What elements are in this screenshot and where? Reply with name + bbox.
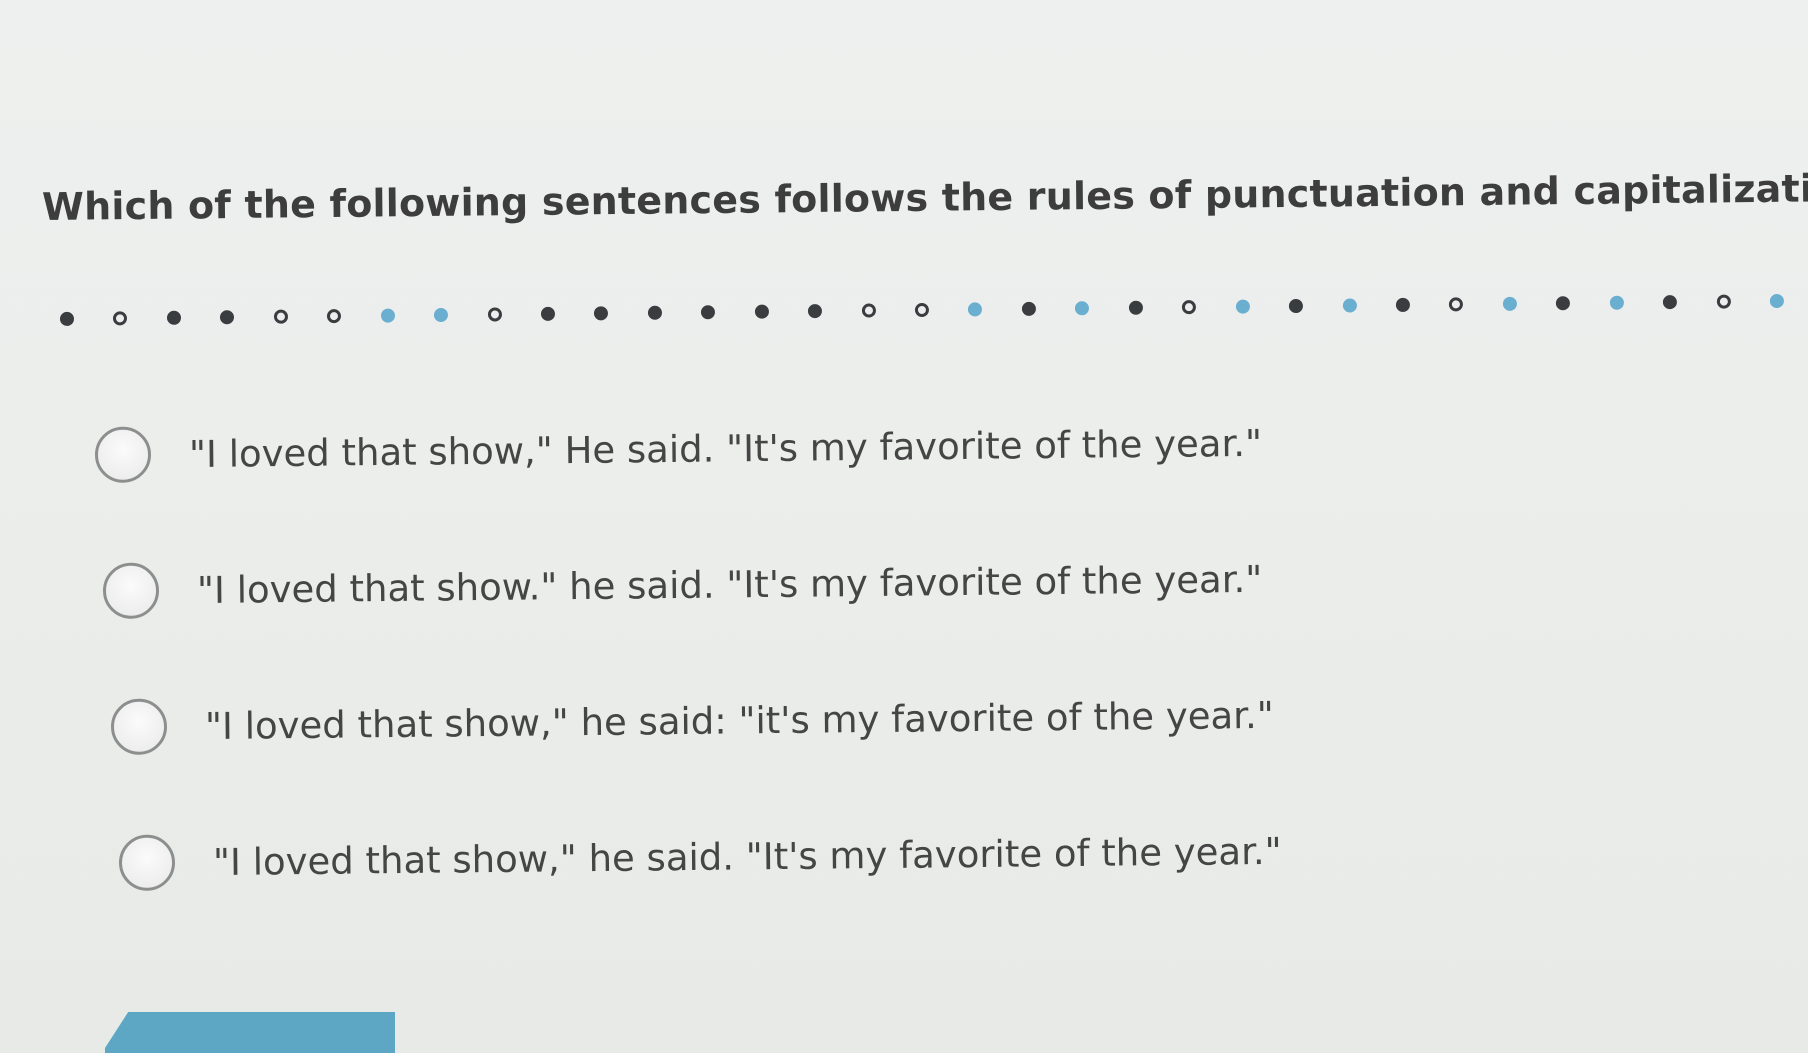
progress-dot-current [967, 302, 983, 317]
answer-option-1[interactable]: "I loved that show," He said. "It's my f… [94, 408, 1263, 490]
progress-dot-filled [219, 310, 235, 325]
progress-dot-filled [1021, 301, 1037, 316]
progress-dot-current [1769, 293, 1784, 309]
progress-dot-open [112, 311, 128, 326]
progress-dot-filled [1662, 295, 1677, 310]
progress-dot-current [1074, 301, 1090, 316]
answer-option-label: "I loved that show," he said. "It's my f… [212, 829, 1282, 884]
progress-dot-open [326, 309, 342, 324]
progress-dot-open [487, 307, 503, 322]
progress-dot-filled [1288, 298, 1303, 314]
progress-dot-filled [166, 310, 182, 325]
answer-option-2[interactable]: "I loved that show." he said. "It's my f… [102, 544, 1263, 626]
progress-dot-filled [1555, 296, 1570, 311]
answer-option-4[interactable]: "I loved that show," he said. "It's my f… [118, 816, 1282, 898]
radio-button[interactable] [102, 562, 160, 619]
progress-dot-filled [700, 305, 716, 320]
progress-dot-current [1342, 298, 1357, 313]
progress-dot-filled [1395, 297, 1410, 313]
answer-option-3[interactable]: "I loved that show," he said: "it's my f… [110, 680, 1274, 762]
progress-dot-open [273, 309, 289, 324]
progress-dot-filled [59, 311, 75, 326]
progress-dot-open [1716, 294, 1731, 309]
answer-option-label: "I loved that show." he said. "It's my f… [196, 557, 1263, 612]
progress-dot-filled [647, 305, 663, 320]
progress-dot-open [914, 302, 930, 318]
progress-dot-current [380, 308, 396, 323]
progress-dot-filled [593, 306, 609, 321]
progress-dot-open [861, 303, 877, 318]
progress-dot-open [1448, 297, 1463, 312]
progress-dot-filled [1128, 300, 1144, 315]
answer-option-label: "I loved that show," he said: "it's my f… [204, 693, 1274, 748]
radio-button[interactable] [118, 834, 176, 891]
progress-dot-current [433, 307, 449, 323]
progress-dot-filled [807, 304, 823, 319]
question-text: Which of the following sentences follows… [41, 165, 1808, 229]
progress-dot-filled [540, 306, 556, 321]
progress-dot-open [1181, 300, 1197, 315]
radio-button[interactable] [94, 426, 152, 483]
progress-dot-current [1235, 299, 1250, 314]
radio-button[interactable] [110, 698, 168, 755]
answer-option-label: "I loved that show," He said. "It's my f… [188, 421, 1263, 476]
progress-dot-current [1502, 296, 1517, 311]
progress-dot-current [1609, 295, 1624, 310]
back-button[interactable] [105, 1012, 395, 1053]
progress-dot-filled [754, 304, 770, 319]
question-progress-indicator [59, 282, 1790, 340]
